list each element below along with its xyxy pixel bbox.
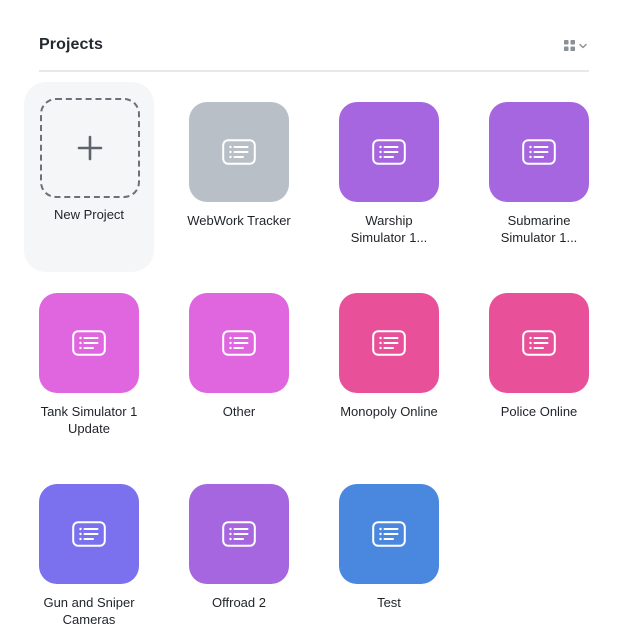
list-icon: [522, 139, 556, 165]
project-icon-box[interactable]: [339, 484, 439, 584]
project-name: Tank Simulator 1 Update: [40, 404, 138, 436]
list-icon: [72, 330, 106, 356]
project-icon-box[interactable]: [189, 484, 289, 584]
project-name: Police Online: [500, 404, 578, 419]
list-icon: [522, 330, 556, 356]
list-icon: [222, 521, 256, 547]
project-icon-box[interactable]: [189, 293, 289, 393]
project-icon-box[interactable]: [189, 102, 289, 202]
project-icon-box[interactable]: [489, 102, 589, 202]
new-project-label: New Project: [53, 207, 125, 222]
project-name: Submarine Simulator 1...: [500, 213, 578, 245]
plus-icon: [77, 135, 103, 161]
project-name: Other: [222, 404, 256, 419]
list-icon: [72, 521, 106, 547]
project-icon-box[interactable]: [339, 293, 439, 393]
list-icon: [222, 139, 256, 165]
project-icon-box[interactable]: [489, 293, 589, 393]
project-name: Test: [377, 595, 401, 610]
list-icon: [372, 521, 406, 547]
project-icon-box[interactable]: [339, 102, 439, 202]
list-icon: [222, 330, 256, 356]
project-name: Offroad 2: [212, 595, 266, 610]
project-name: WebWork Tracker: [187, 213, 291, 228]
projects-grid: New Project WebWork Tracker Warship Simu…: [0, 0, 627, 642]
project-name: Monopoly Online: [340, 404, 438, 419]
new-project-button[interactable]: [40, 98, 140, 198]
list-icon: [372, 139, 406, 165]
project-icon-box[interactable]: [39, 293, 139, 393]
project-name: Gun and Sniper Cameras: [43, 595, 135, 627]
list-icon: [372, 330, 406, 356]
project-icon-box[interactable]: [39, 484, 139, 584]
project-name: Warship Simulator 1...: [350, 213, 428, 245]
